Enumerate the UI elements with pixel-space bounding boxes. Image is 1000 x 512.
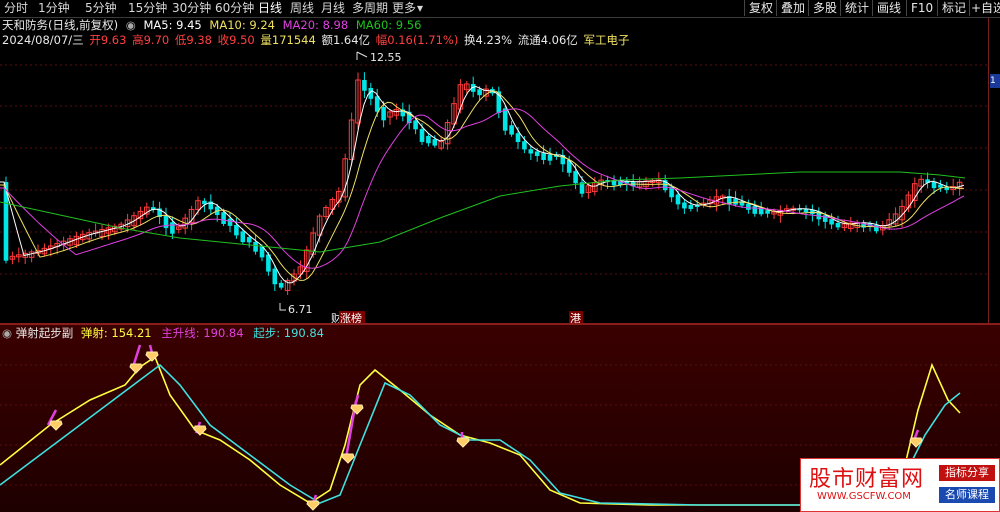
candle-down [253, 241, 258, 252]
tab-multi-period[interactable]: 多周期 [352, 1, 388, 16]
chevron-down-icon[interactable]: ▾ [417, 1, 423, 16]
candle-down [362, 80, 367, 91]
indicator-header: ◉ 弹射起步副 弹射: 154.21 主升线: 190.84 起步: 190.8… [2, 326, 324, 340]
stats-button[interactable]: 统计 [840, 0, 873, 16]
event-zhangbang-marker[interactable]: 涨榜 [340, 311, 362, 323]
candlesticks [3, 72, 963, 295]
add-watchlist-button[interactable]: +自选 [969, 0, 1000, 16]
event-gang-marker[interactable]: 港 [570, 312, 581, 323]
current-price-tag: 1 [990, 74, 1000, 88]
candle-down [278, 282, 284, 288]
diamond-signal-icon [49, 420, 63, 431]
candle-down [682, 202, 687, 209]
candle-down [534, 151, 540, 157]
candle-down [234, 225, 239, 236]
diamond-signal-icon [341, 453, 355, 464]
watermark-tag-course: 名师课程 [939, 487, 995, 503]
watermark-logo: 股市财富网 WWW.GSCFW.COM 指标分享 名师课程 [800, 458, 1000, 512]
tab-60min[interactable]: 60分钟 [215, 1, 254, 16]
high-marker-pointer [356, 51, 368, 60]
tab-weekly[interactable]: 周线 [290, 1, 314, 16]
tab-30min[interactable]: 30分钟 [172, 1, 211, 16]
candle-down [547, 154, 553, 161]
f10-button[interactable]: F10 [906, 0, 937, 16]
candle-down [746, 203, 751, 210]
candle-down [688, 205, 694, 209]
candle-down [246, 237, 252, 243]
overlay-button[interactable]: 叠加 [776, 0, 809, 16]
tab-15min[interactable]: 15分钟 [128, 1, 167, 16]
candle-down [829, 219, 834, 225]
candle-down [477, 89, 482, 96]
tab-monthly[interactable]: 月线 [321, 1, 345, 16]
high-price-label: 12.55 [370, 51, 402, 64]
tab-more[interactable]: 更多 [392, 1, 416, 16]
watermark-tag-share: 指标分享 [939, 465, 995, 481]
tab-5min[interactable]: 5分钟 [85, 1, 117, 16]
diamond-signal-icon [129, 363, 143, 374]
candle-down [240, 231, 246, 243]
tab-1min[interactable]: 1分钟 [38, 1, 70, 16]
candle-down [381, 107, 386, 121]
indicator-name[interactable]: 弹射起步副 [16, 326, 74, 340]
chart-grid [0, 64, 988, 275]
tab-daily[interactable]: 日线 [258, 1, 282, 16]
draw-button[interactable]: 画线 [872, 0, 905, 16]
candle-down [675, 194, 681, 205]
candle-down [509, 125, 514, 135]
ma20-line [0, 108, 965, 269]
multi-stock-button[interactable]: 多股 [808, 0, 841, 16]
watermark-url: WWW.GSCFW.COM [817, 491, 911, 502]
candle-down [272, 268, 278, 285]
tanshe-value: 弹射: 154.21 [80, 326, 152, 340]
candle-down [432, 139, 438, 146]
period-toolbar: 分时 1分钟 5分钟 15分钟 30分钟 60分钟 日线 周线 月线 多周期 更… [0, 0, 1000, 18]
low-price-label: 6.71 [288, 303, 313, 316]
candle-down [752, 206, 758, 214]
candle-down [163, 215, 169, 229]
indicator-signal-markers [49, 351, 923, 511]
candle-down [227, 218, 233, 226]
candle-down [426, 136, 431, 144]
candle-down [419, 129, 425, 142]
indicator-settings-icon[interactable]: ◉ [2, 326, 12, 340]
candle-down [522, 141, 527, 150]
candle-down [528, 149, 534, 154]
moving-average-lines [0, 85, 966, 284]
watermark-title: 股市财富网 [809, 467, 925, 492]
candle-down [765, 210, 770, 214]
candle-down [221, 212, 226, 224]
candle-down [835, 222, 841, 228]
low-marker-pointer [279, 303, 286, 311]
candle-down [541, 153, 546, 160]
candle-down [938, 184, 943, 188]
candle-down [931, 181, 937, 189]
candle-down [374, 96, 380, 112]
tab-fenshi[interactable]: 分时 [4, 1, 28, 16]
zhusheng-value: 主升线: 190.84 [161, 326, 244, 340]
diamond-signal-icon [306, 500, 320, 511]
mark-button[interactable]: 标记 [937, 0, 970, 16]
candle-down [170, 222, 175, 234]
diamond-signal-icon [456, 437, 470, 448]
candle-down [413, 120, 418, 130]
candle-down [502, 108, 508, 131]
fuquan-button[interactable]: 复权 [744, 0, 777, 16]
qibu-value: 起步: 190.84 [253, 326, 325, 340]
ma10-line [0, 90, 965, 281]
price-axis-strip: 1 [988, 18, 1000, 323]
candle-down [515, 133, 521, 143]
candle-down [573, 171, 578, 184]
candlestick-chart[interactable]: 12.55 6.71 财 涨榜 港 [0, 18, 988, 323]
ma5-line [0, 85, 965, 284]
